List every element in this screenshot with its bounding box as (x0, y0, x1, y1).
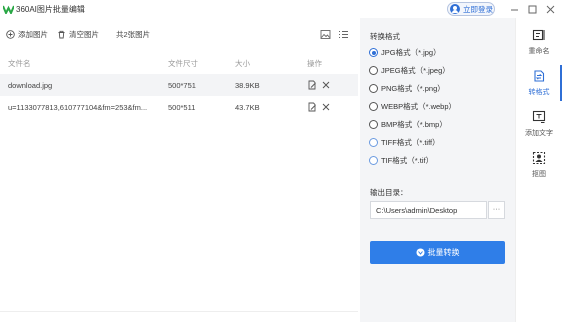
sidebar-label: 转格式 (528, 89, 550, 96)
convert-settings-panel: 转换格式 JPG格式（*.jpg） JPEG格式（*.jpeg） PNG格式（*… (360, 18, 515, 322)
delete-icon[interactable] (321, 102, 331, 112)
image-count: 共2张图片 (116, 29, 150, 40)
trash-icon (58, 30, 65, 39)
maximize-button[interactable] (526, 3, 538, 15)
tool-sidebar: 重命名 转格式 添加文字 抠图 (515, 18, 562, 322)
list-view-icon[interactable] (338, 29, 349, 40)
edit-icon[interactable] (307, 80, 317, 90)
header-size: 大小 (235, 59, 250, 68)
output-dir-label: 输出目录： (370, 188, 408, 197)
radio-icon[interactable] (369, 138, 378, 147)
format-option-jpg[interactable]: JPG格式（*.jpg） (369, 47, 441, 58)
file-dimensions: 500*511 (168, 103, 196, 112)
sidebar-label: 抠图 (532, 171, 546, 178)
minimize-button[interactable] (508, 3, 520, 15)
header-dimensions: 文件尺寸 (168, 59, 198, 68)
file-size: 38.9KB (235, 81, 260, 90)
close-icon (546, 5, 554, 13)
file-name: download.jpg (8, 81, 53, 90)
format-label: JPEG格式（*.jpeg） (381, 66, 450, 75)
format-option-bmp[interactable]: BMP格式（*.bmp） (369, 119, 447, 130)
sidebar-item-add-text[interactable]: 添加文字 (516, 106, 562, 144)
minimize-icon (510, 9, 518, 10)
add-images-label: 添加图片 (18, 30, 48, 39)
cutout-icon (532, 151, 546, 165)
format-option-tif[interactable]: TIF格式（*.tif） (369, 155, 433, 166)
login-label: 立即登录 (463, 4, 493, 14)
file-dimensions: 500*751 (168, 81, 196, 90)
row-actions (307, 80, 335, 90)
batch-convert-button[interactable]: 批量转换 (370, 241, 505, 264)
format-label: JPG格式（*.jpg） (381, 48, 441, 57)
clear-images-label: 清空图片 (69, 30, 99, 39)
app-logo-icon (3, 5, 14, 14)
add-images-button[interactable]: 添加图片 (6, 29, 48, 40)
toolbar: 添加图片 清空图片 共2张图片 (0, 24, 358, 46)
format-label: TIFF格式（*.tiff） (381, 138, 440, 147)
format-label: TIF格式（*.tif） (381, 156, 434, 165)
sidebar-item-convert-format[interactable]: 转格式 (516, 65, 562, 103)
maximize-icon (528, 5, 536, 13)
add-text-icon (532, 110, 546, 123)
table-header: 文件名 文件尺寸 大小 操作 (0, 52, 358, 74)
header-actions: 操作 (307, 59, 322, 68)
table-row[interactable]: u=1133077813,610777104&fm=253&fm... 500*… (0, 96, 358, 118)
radio-icon[interactable] (369, 156, 378, 165)
rename-icon (532, 29, 545, 41)
file-size: 43.7KB (235, 103, 260, 112)
image-view-icon[interactable] (320, 29, 331, 40)
batch-convert-label: 批量转换 (427, 248, 460, 257)
format-section-label: 转换格式 (370, 32, 400, 41)
browse-dir-button[interactable]: ··· (488, 201, 505, 219)
image-count-label: 共2张图片 (116, 30, 151, 39)
radio-checked-icon[interactable] (369, 48, 378, 57)
clear-images-button[interactable]: 清空图片 (57, 29, 99, 40)
radio-icon[interactable] (369, 120, 378, 129)
edit-icon[interactable] (307, 102, 317, 112)
output-dir-input[interactable]: C:\Users\admin\Desktop (370, 201, 487, 219)
divider (0, 311, 358, 312)
radio-icon[interactable] (369, 66, 378, 75)
login-button[interactable]: 立即登录 (447, 2, 495, 16)
delete-icon[interactable] (321, 80, 331, 90)
sidebar-item-cutout[interactable]: 抠图 (516, 147, 562, 185)
app-title: 360AI图片批量编辑 (16, 5, 85, 14)
radio-icon[interactable] (369, 84, 378, 93)
sidebar-label: 重命名 (528, 48, 550, 55)
sidebar-item-rename[interactable]: 重命名 (516, 24, 562, 62)
format-label: BMP格式（*.bmp） (381, 120, 447, 129)
format-option-png[interactable]: PNG格式（*.png） (369, 83, 445, 94)
user-avatar-icon (450, 4, 460, 14)
row-actions (307, 102, 335, 112)
table-row[interactable]: download.jpg 500*751 38.9KB (0, 74, 358, 96)
format-option-webp[interactable]: WEBP格式（*.webp） (369, 101, 456, 112)
radio-icon[interactable] (369, 102, 378, 111)
format-label: PNG格式（*.png） (381, 84, 445, 93)
format-option-tiff[interactable]: TIFF格式（*.tiff） (369, 137, 440, 148)
file-name: u=1133077813,610777104&fm=253&fm... (8, 103, 148, 112)
sidebar-label: 添加文字 (525, 130, 553, 137)
add-circle-icon (6, 30, 15, 39)
close-button[interactable] (544, 3, 556, 15)
convert-format-icon (534, 70, 545, 82)
title-bar: 360AI图片批量编辑 立即登录 (0, 0, 562, 18)
format-option-jpeg[interactable]: JPEG格式（*.jpeg） (369, 65, 450, 76)
header-filename: 文件名 (8, 59, 31, 68)
convert-shield-icon (416, 248, 424, 257)
format-label: WEBP格式（*.webp） (381, 102, 457, 111)
